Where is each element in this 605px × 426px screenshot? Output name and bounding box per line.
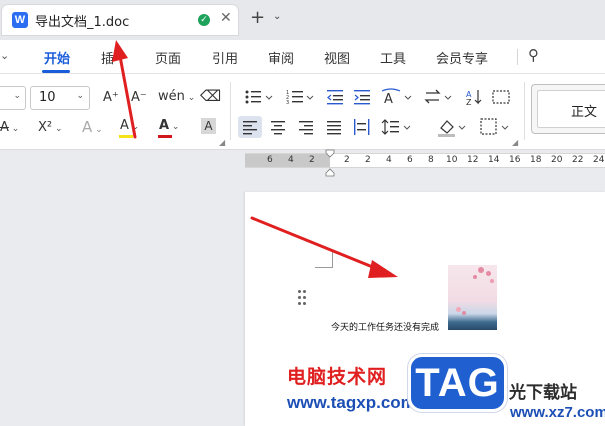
tab-insert[interactable]: 插 xyxy=(101,48,114,67)
ruler-tick: 20 xyxy=(551,155,563,165)
close-tab-icon[interactable]: ✕ xyxy=(220,10,232,26)
style-normal[interactable]: 正文 xyxy=(537,90,605,128)
text-direction-icon: A xyxy=(381,88,412,107)
decrease-indent-icon xyxy=(327,90,343,105)
ruler-tick: 12 xyxy=(467,155,479,165)
text-effect-button[interactable]: A ⌄ xyxy=(82,119,103,138)
ruler-tick: 6 xyxy=(407,155,413,165)
ruler-tick: 10 xyxy=(446,155,458,165)
paragraph-shading-icon xyxy=(438,120,466,137)
inserted-image[interactable] xyxy=(448,265,497,330)
eraser-icon: ⌫ xyxy=(200,87,222,105)
line-spacing-icon xyxy=(381,119,411,135)
watermark-right-url: www.xz7.com xyxy=(510,404,605,421)
horizontal-ruler[interactable]: 6 4 2 2 2 4 6 8 10 12 14 16 18 20 22 24 xyxy=(245,153,605,168)
superscript-button[interactable]: X² ⌄ xyxy=(38,120,63,137)
superscript-icon: X² xyxy=(38,120,53,135)
indent-marker-icon[interactable] xyxy=(325,148,335,178)
align-center-icon xyxy=(271,121,285,135)
font-dialog-launcher-icon[interactable]: ◢ xyxy=(219,138,225,147)
highlight-button[interactable]: A ⌄ xyxy=(120,118,139,135)
ruler-tick: 2 xyxy=(344,155,350,165)
highlighter-icon: A xyxy=(120,118,129,133)
style-gallery[interactable]: 正文 xyxy=(531,84,605,134)
font-size-select[interactable]: 10 ⌄ xyxy=(30,86,90,110)
margin-corner-mark xyxy=(315,250,333,268)
ruler-tick: 2 xyxy=(365,155,371,165)
home-ribbon: ⌄ 10 ⌄ A⁺ A⁻ wén ⌄ ⌫ A ⌄ X² ⌄ A ⌄ A ⌄ A … xyxy=(0,74,605,150)
swap-direction-icon xyxy=(424,89,452,104)
strikethrough-icon: A xyxy=(0,120,9,135)
pinyin-guide-icon: wén xyxy=(158,89,185,104)
ruler-tick: 24 xyxy=(593,155,605,165)
document-tab[interactable]: W 导出文档_1.doc ✓ ✕ xyxy=(2,5,238,35)
font-color-button[interactable]: A ⌄ xyxy=(159,118,179,135)
ruler-tick: 22 xyxy=(572,155,584,165)
title-bar: W 导出文档_1.doc ✓ ✕ + ⌄ xyxy=(0,0,605,40)
increase-indent-icon xyxy=(354,90,370,105)
tab-review[interactable]: 审阅 xyxy=(268,48,294,67)
tab-title: 导出文档_1.doc xyxy=(35,15,130,30)
clear-format-button[interactable]: ⌫ xyxy=(200,88,221,104)
numbered-list-icon: 1 2 3 xyxy=(286,90,314,106)
char-shading-button[interactable]: A xyxy=(201,118,216,134)
ruler-tick: 4 xyxy=(288,155,294,165)
align-right-icon xyxy=(299,121,313,135)
ruler-tick: 8 xyxy=(428,155,434,165)
active-tab-indicator xyxy=(42,70,70,73)
ruler-tick: 2 xyxy=(309,155,315,165)
drag-handle-icon[interactable] xyxy=(298,290,308,306)
paragraph-dialog-launcher-icon[interactable]: ◢ xyxy=(512,138,518,147)
distributed-align-icon xyxy=(354,119,370,135)
document-text[interactable]: 今天的工作任务还没有完成 xyxy=(331,320,439,333)
tab-tools[interactable]: 工具 xyxy=(380,48,406,67)
watermark-logo-text: TAG xyxy=(415,361,500,405)
paragraph-row2-icons xyxy=(238,116,509,138)
ruler-tick: 16 xyxy=(509,155,521,165)
font-name-select[interactable]: ⌄ xyxy=(0,86,26,110)
ruler-tick: 14 xyxy=(488,155,500,165)
tab-references[interactable]: 引用 xyxy=(212,48,238,67)
tab-home[interactable]: 开始 xyxy=(44,48,70,67)
watermark-url: www.tagxp.com xyxy=(287,393,416,412)
justify-icon xyxy=(327,121,341,135)
paragraph-row1-icons: 1 2 3 A AZ xyxy=(245,88,510,107)
ribbon-separator xyxy=(230,82,231,140)
grow-font-button[interactable]: A⁺ xyxy=(103,90,119,106)
watermark-right-text: 光下载站 xyxy=(509,383,577,403)
ribbon-separator xyxy=(524,82,525,140)
wps-writer-logo-icon: W xyxy=(12,12,28,28)
new-tab-menu-icon[interactable]: ⌄ xyxy=(273,11,281,22)
font-color-icon: A xyxy=(159,118,170,133)
ruler-tick: 4 xyxy=(386,155,392,165)
text-effect-icon: A xyxy=(82,118,93,136)
menu-overflow-icon[interactable]: ⌄ xyxy=(0,49,9,62)
borders-icon xyxy=(480,118,509,135)
paragraph-marks-icon xyxy=(492,90,510,104)
sort-icon: AZ xyxy=(466,90,482,107)
strikethrough-button[interactable]: A ⌄ xyxy=(0,120,19,137)
style-normal-label: 正文 xyxy=(571,105,598,120)
shrink-font-button[interactable]: A⁻ xyxy=(131,90,147,106)
font-size-value: 10 xyxy=(39,90,56,105)
pinyin-guide-button[interactable]: wén ⌄ xyxy=(158,89,195,106)
new-tab-button[interactable]: + xyxy=(250,7,265,28)
tab-member[interactable]: 会员专享 xyxy=(436,48,488,67)
highlight-color-swatch xyxy=(119,135,133,138)
font-color-swatch xyxy=(158,135,172,138)
ruler-tick: 18 xyxy=(530,155,542,165)
menu-divider xyxy=(517,49,518,65)
menu-bar: ⌄ 开始 插 页面 引用 审阅 视图 工具 会员专享 ⚲ xyxy=(0,40,605,74)
tab-page-layout[interactable]: 页面 xyxy=(155,48,181,67)
bullet-list-icon xyxy=(245,90,273,104)
tab-view[interactable]: 视图 xyxy=(324,48,350,67)
saved-status-icon: ✓ xyxy=(198,14,210,26)
watermark-logo: TAG xyxy=(408,354,507,412)
ruler-tick: 6 xyxy=(267,155,273,165)
svg-text:Z: Z xyxy=(466,98,472,107)
svg-text:A: A xyxy=(384,92,393,107)
svg-text:3: 3 xyxy=(286,100,289,106)
watermark-site-name: 电脑技术网 xyxy=(287,366,388,388)
search-icon[interactable]: ⚲ xyxy=(528,46,539,64)
